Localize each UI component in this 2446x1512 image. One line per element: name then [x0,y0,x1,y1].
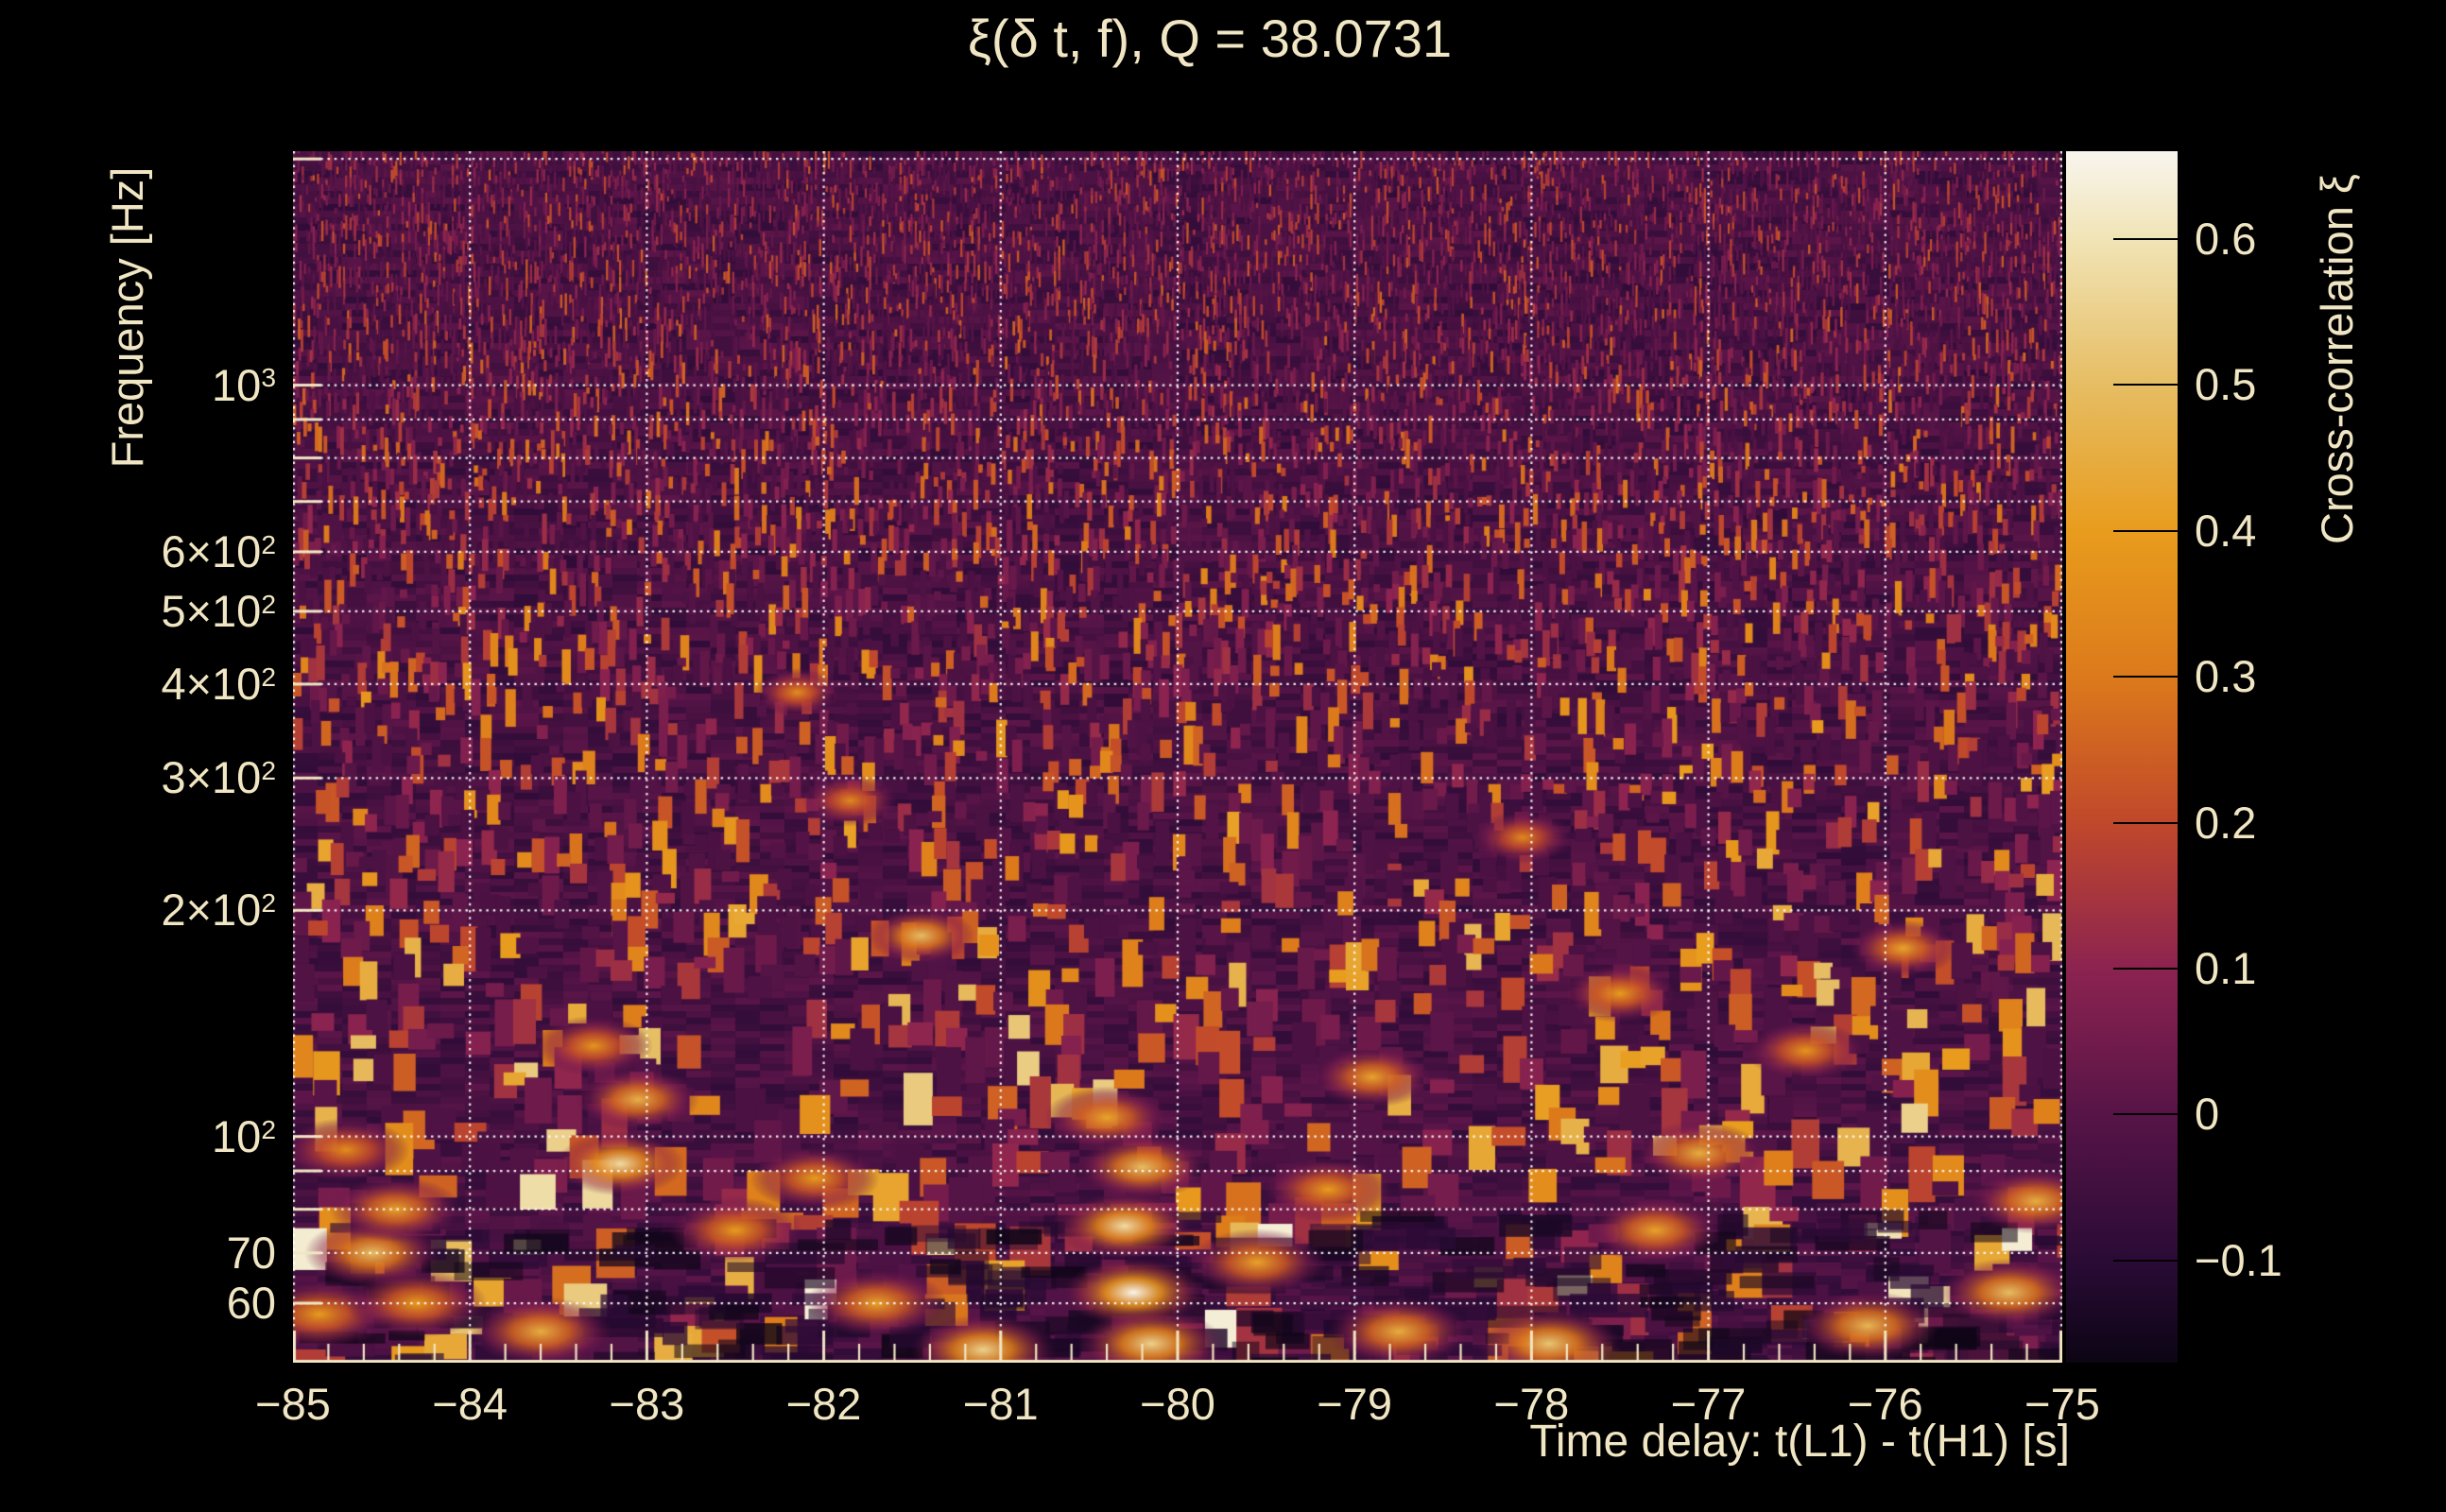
y-tick-label: 3×102 [38,752,276,803]
y-tick-mantissa: 60 [226,1278,276,1329]
y-tick-mantissa: 4×10 [161,658,262,709]
y-tick-mantissa: 2×10 [161,885,262,936]
colorbar-tick-label: −0.1 [2195,1234,2282,1285]
heatmap-plot-area [293,151,2062,1363]
x-tick-label: −84 [432,1379,508,1429]
spectrogram-figure: ξ(δ t, f), Q = 38.0731 Frequency [Hz] 10… [0,0,2446,1512]
colorbar-tick-mark [2113,384,2178,387]
colorbar-tick-label: 0.2 [2195,797,2257,848]
y-tick-mantissa: 70 [226,1227,276,1278]
y-tick-mantissa: 10 [212,359,262,410]
y-tick-exponent: 2 [261,588,276,619]
colorbar-tick-mark [2113,821,2178,824]
x-tick-label: −81 [962,1379,1039,1429]
colorbar-tick-label: 0 [2195,1089,2220,1140]
colorbar-tick-mark [2113,237,2178,240]
y-tick-exponent: 2 [261,755,276,786]
heatmap-canvas [293,151,2062,1363]
x-axis-label: Time delay: t(L1) - t(H1) [s] [1529,1417,2070,1467]
colorbar-label: Cross-correlation ξ [2312,174,2362,544]
y-tick-exponent: 2 [261,1113,276,1144]
colorbar-gradient [2066,151,2178,1363]
y-tick-label: 6×102 [38,526,276,577]
y-tick-mantissa: 10 [212,1110,262,1161]
y-tick-label: 103 [38,360,276,411]
colorbar-tick-mark [2113,1113,2178,1116]
y-tick-label: 60 [38,1278,276,1329]
y-tick-label: 102 [38,1111,276,1162]
y-tick-label: 4×102 [38,659,276,710]
colorbar-tick-mark [2113,529,2178,532]
y-tick-exponent: 3 [261,362,276,393]
colorbar-tick-label: 0.1 [2195,942,2257,993]
plot-title: ξ(δ t, f), Q = 38.0731 [967,9,1453,68]
colorbar-tick-mark [2113,676,2178,679]
y-tick-mantissa: 5×10 [161,585,262,636]
y-tick-label: 5×102 [38,586,276,637]
y-tick-label: 70 [38,1228,276,1279]
colorbar-tick-mark [2113,967,2178,970]
y-tick-exponent: 2 [261,661,276,692]
x-tick-label: −85 [255,1379,331,1429]
x-tick-label: −82 [785,1379,862,1429]
y-tick-mantissa: 3×10 [161,752,262,803]
colorbar-tick-mark [2113,1259,2178,1262]
y-tick-mantissa: 6×10 [161,525,262,576]
y-tick-exponent: 2 [261,528,276,559]
x-tick-label: −83 [609,1379,685,1429]
y-tick-exponent: 2 [261,887,276,919]
y-tick-label: 2×102 [38,885,276,936]
